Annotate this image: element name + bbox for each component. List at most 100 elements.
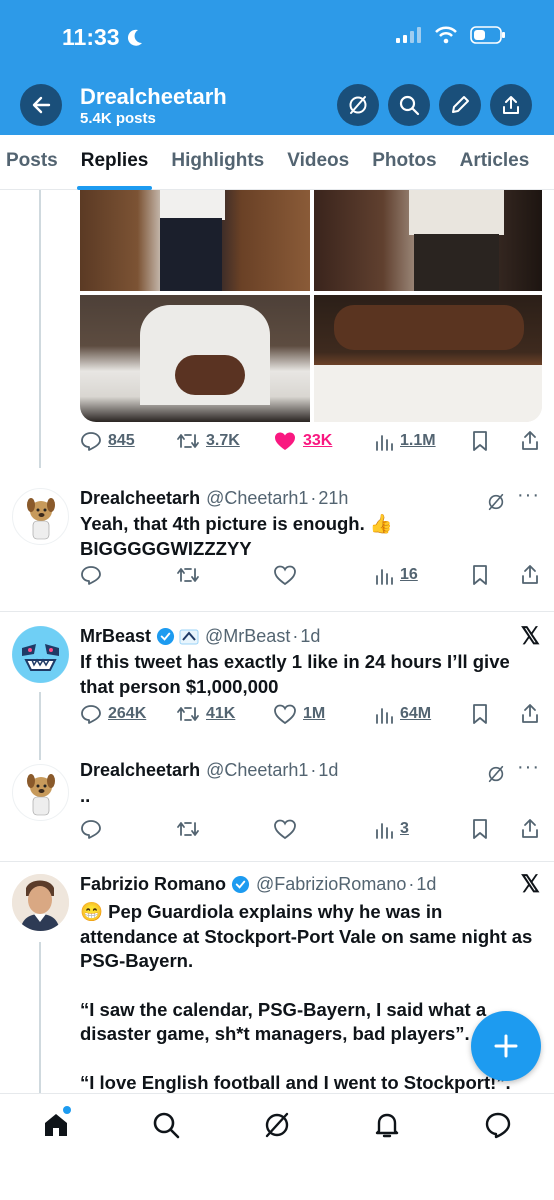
x-logo-icon: 𝕏 xyxy=(520,623,540,650)
author-name[interactable]: Fabrizio Romano xyxy=(80,874,226,895)
tweet-fabrizio[interactable]: Fabrizio Romano @FabrizioRomano · 1d 𝕏 😁… xyxy=(0,862,554,1093)
feed: 845 3.7K 33K 1.1M Drealcheetarh @Cheetar… xyxy=(0,190,554,1093)
back-button[interactable] xyxy=(20,84,62,126)
plus-icon xyxy=(494,1034,518,1058)
bookmark-button[interactable] xyxy=(471,430,489,452)
share-button[interactable] xyxy=(520,564,540,586)
bookmark-icon xyxy=(473,819,487,839)
bookmark-button[interactable] xyxy=(471,818,489,840)
retweet-button[interactable] xyxy=(176,564,200,586)
tweet-header: Drealcheetarh @Cheetarh1 · 1d xyxy=(80,760,338,781)
nav-messages[interactable] xyxy=(483,1110,513,1140)
search-icon xyxy=(399,95,420,116)
retweet-count: 3.7K xyxy=(206,432,240,449)
heart-icon xyxy=(274,704,296,725)
tweet-reply-1[interactable]: Drealcheetarh @Cheetarh1 · 21h ··· Yeah,… xyxy=(0,468,554,612)
grok-icon xyxy=(265,1112,289,1138)
avatar[interactable] xyxy=(12,626,69,683)
retweet-button[interactable]: 3.7K xyxy=(176,430,240,452)
avatar[interactable] xyxy=(12,874,69,931)
person-avatar-icon xyxy=(12,874,69,931)
tweet-reply-2[interactable]: Drealcheetarh @Cheetarh1 · 1d ··· .. 3 xyxy=(0,756,554,862)
x-logo-icon: 𝕏 xyxy=(520,871,540,898)
bookmark-button[interactable] xyxy=(471,564,489,586)
tab-replies[interactable]: Replies xyxy=(76,135,152,190)
heart-icon xyxy=(274,819,296,840)
wifi-icon xyxy=(435,26,457,44)
tweet-text-line: BIGGGGGWIZZZYY xyxy=(80,537,252,559)
tweet-mrbeast[interactable]: MrBeast @MrBeast · 1d 𝕏 If this tweet ha… xyxy=(0,612,554,760)
compose-button[interactable] xyxy=(439,84,481,126)
grok-icon[interactable] xyxy=(486,764,506,784)
views-button[interactable]: 64M xyxy=(374,703,431,725)
photo-1[interactable] xyxy=(80,190,310,291)
share-profile-button[interactable] xyxy=(490,84,532,126)
share-button[interactable] xyxy=(520,703,540,725)
home-icon xyxy=(45,1114,67,1136)
views-button[interactable]: 3 xyxy=(374,818,409,840)
author-name[interactable]: Drealcheetarh xyxy=(80,488,200,509)
compose-fab-button[interactable] xyxy=(471,1011,541,1081)
author-handle[interactable]: @FabrizioRomano xyxy=(256,874,406,895)
reply-button[interactable] xyxy=(80,564,102,586)
tweet-time: 1d xyxy=(300,626,321,646)
author-handle[interactable]: @Cheetarh1 xyxy=(206,488,308,509)
tab-highlights[interactable]: Highlights xyxy=(171,135,264,190)
tweet-actions: 845 3.7K 33K 1.1M xyxy=(80,430,542,460)
nav-grok[interactable] xyxy=(262,1110,292,1140)
bottom-navigation xyxy=(0,1093,554,1200)
views-icon xyxy=(376,823,393,839)
reply-button[interactable]: 845 xyxy=(80,430,135,452)
tweet-time: 21h xyxy=(318,488,349,508)
retweet-icon xyxy=(177,707,199,721)
author-handle[interactable]: @Cheetarh1 xyxy=(206,760,308,781)
reply-button[interactable]: 264K xyxy=(80,703,146,725)
like-count: 1M xyxy=(303,705,326,722)
author-name[interactable]: Drealcheetarh xyxy=(80,760,200,781)
more-options-icon[interactable]: ··· xyxy=(517,756,540,779)
avatar[interactable] xyxy=(12,764,69,821)
retweet-button[interactable] xyxy=(176,818,200,840)
photo-4[interactable] xyxy=(314,295,542,422)
share-button[interactable] xyxy=(520,430,540,452)
media-grid[interactable] xyxy=(80,190,542,422)
bookmark-button[interactable] xyxy=(471,703,489,725)
tweet-header: Fabrizio Romano @FabrizioRomano · 1d xyxy=(80,874,436,895)
bookmark-icon xyxy=(473,431,487,451)
author-name[interactable]: MrBeast xyxy=(80,626,151,647)
view-count: 3 xyxy=(400,820,409,837)
tab-posts[interactable]: Posts xyxy=(6,135,58,190)
tab-articles[interactable]: Articles xyxy=(460,135,530,190)
profile-tabs: Posts Replies Highlights Videos Photos A… xyxy=(0,135,554,190)
tweet-text-line: Yeah, that 4th picture is enough. 👍 xyxy=(80,513,393,534)
reply-button[interactable] xyxy=(80,818,102,840)
views-button[interactable]: 1.1M xyxy=(374,430,436,452)
share-button[interactable] xyxy=(520,818,540,840)
photo-2[interactable] xyxy=(314,190,542,291)
tab-photos[interactable]: Photos xyxy=(372,135,436,190)
tab-videos[interactable]: Videos xyxy=(287,135,349,190)
like-button[interactable] xyxy=(273,564,297,586)
grok-button[interactable] xyxy=(337,84,379,126)
retweet-icon xyxy=(177,822,199,836)
nav-search[interactable] xyxy=(151,1110,181,1140)
photo-3[interactable] xyxy=(80,295,310,422)
nav-notifications[interactable] xyxy=(372,1110,402,1140)
views-button[interactable]: 16 xyxy=(374,564,418,586)
nav-home[interactable] xyxy=(41,1106,71,1140)
share-icon xyxy=(522,431,538,450)
retweet-button[interactable]: 41K xyxy=(176,703,235,725)
avatar[interactable] xyxy=(12,488,69,545)
post-count: 5.4K posts xyxy=(80,110,156,127)
like-button[interactable] xyxy=(273,818,297,840)
mail-icon xyxy=(485,1112,511,1139)
tweet-actions: 3 xyxy=(80,818,542,848)
author-handle[interactable]: @MrBeast xyxy=(205,626,290,647)
retweet-icon xyxy=(177,568,199,582)
grok-icon[interactable] xyxy=(486,492,506,512)
more-options-icon[interactable]: ··· xyxy=(517,484,540,507)
share-icon xyxy=(522,565,538,584)
like-button[interactable]: 1M xyxy=(273,703,325,725)
search-button[interactable] xyxy=(388,84,430,126)
like-button[interactable]: 33K xyxy=(273,430,332,452)
